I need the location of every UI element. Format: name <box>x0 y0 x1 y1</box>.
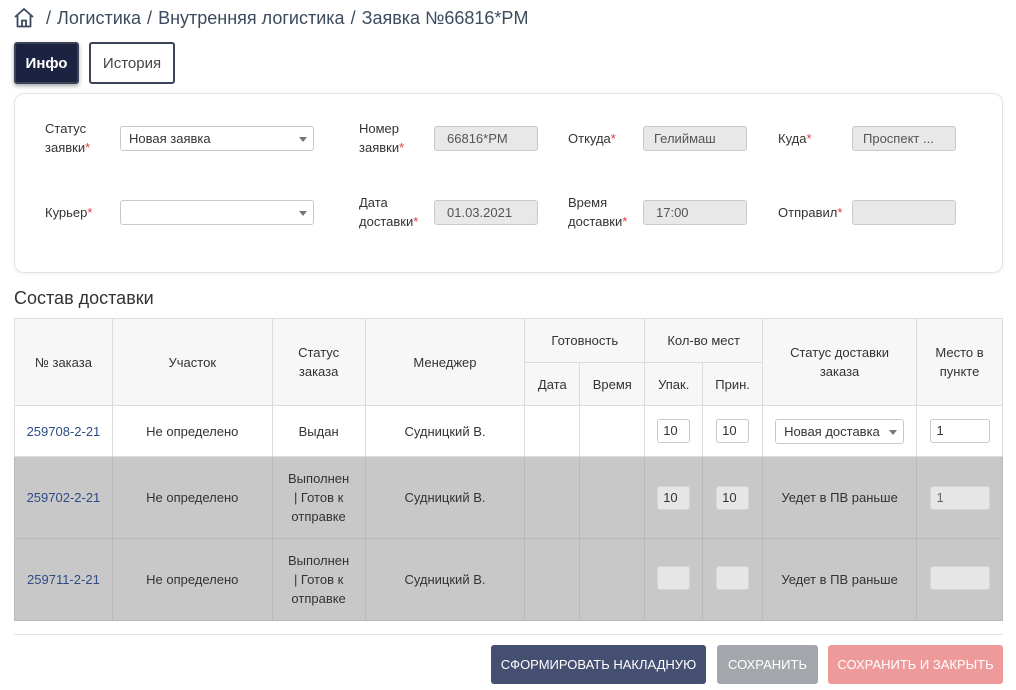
point-place-cell: 1 <box>916 405 1003 457</box>
date-cell <box>524 538 581 621</box>
to-label: Куда* <box>778 131 812 146</box>
manager-cell: Судницкий В. <box>364 538 526 621</box>
header-area: Участок <box>111 318 273 406</box>
courier-label: Курьер* <box>45 205 93 220</box>
order-status-cell: Выдан <box>271 405 366 457</box>
area-cell: Не определено <box>111 405 273 457</box>
breadcrumb-current-request: Заявка №66816*PM <box>361 7 529 28</box>
header-received: Прин. <box>702 362 764 406</box>
header-order-status: Статус заказа <box>271 318 366 406</box>
delivery-time-field: 17:00 <box>643 200 747 225</box>
number-label: Номер заявки* <box>359 121 405 155</box>
delivery-status-cell: Новая доставка <box>762 405 918 457</box>
point-place-input: 1 <box>929 485 990 510</box>
header-readiness: Готовность <box>524 318 646 363</box>
point-place-input <box>929 566 990 590</box>
header-manager: Менеджер <box>364 318 526 406</box>
header-time: Время <box>579 362 646 406</box>
number-field: 66816*PM <box>434 126 538 151</box>
point-place-input[interactable]: 1 <box>929 419 990 443</box>
received-input[interactable]: 10 <box>716 419 750 443</box>
delivery-date-label: Дата доставки* <box>359 195 419 229</box>
packed-cell <box>644 538 704 621</box>
order-number-link[interactable]: 259702-2-21 <box>14 456 113 539</box>
point-place-cell: 1 <box>916 456 1003 539</box>
breadcrumb-separator: / <box>350 7 356 28</box>
header-packed: Упак. <box>644 362 704 406</box>
packed-cell: 10 <box>644 456 704 539</box>
time-cell <box>579 405 646 457</box>
chevron-down-icon <box>299 211 307 216</box>
date-cell <box>524 456 581 539</box>
status-label: Статус заявки* <box>45 121 91 155</box>
breadcrumb-separator: / <box>147 7 153 28</box>
header-delivery-status: Статус доставки заказа <box>762 318 918 406</box>
packed-cell: 10 <box>644 405 704 457</box>
order-status-cell: Выполнен | Готов к отправке <box>271 538 366 621</box>
chevron-down-icon <box>889 429 898 435</box>
manager-cell: Судницкий В. <box>364 405 526 457</box>
received-cell: 10 <box>702 405 764 457</box>
home-icon[interactable] <box>12 6 36 30</box>
packed-input: 10 <box>657 485 691 510</box>
status-select[interactable]: Новая заявка <box>120 126 314 151</box>
to-field: Проспект ... <box>852 126 956 151</box>
from-label: Откуда* <box>568 131 616 146</box>
point-place-cell <box>916 538 1003 621</box>
table-row: 259711-2-21 Не определено Выполнен | Гото… <box>14 538 1003 621</box>
save-and-close-button[interactable]: СОХРАНИТЬ И ЗАКРЫТЬ <box>828 645 1003 684</box>
breadcrumb-logistics[interactable]: Логистика <box>57 8 141 29</box>
delivery-status-select[interactable]: Новая доставка <box>775 418 905 444</box>
delivery-status-cell: Уедет в ПВ раньше <box>762 456 918 539</box>
packed-input <box>657 566 691 590</box>
save-button[interactable]: СОХРАНИТЬ <box>717 645 818 684</box>
create-invoice-button[interactable]: СФОРМИРОВАТЬ НАКЛАДНУЮ <box>491 645 706 684</box>
breadcrumb: / Логистика / Внутренняя логистика / Зая… <box>12 5 528 31</box>
footer-divider <box>14 634 1003 635</box>
status-select-value: Новая заявка <box>129 131 211 146</box>
delivery-table: № заказа Участок Статус заказа Менеджер Г… <box>14 318 1003 621</box>
breadcrumb-separator: / <box>46 7 52 28</box>
header-order-no: № заказа <box>14 318 113 406</box>
order-number-link[interactable]: 259711-2-21 <box>14 538 113 621</box>
time-cell <box>579 538 646 621</box>
tab-history[interactable]: История <box>89 42 175 84</box>
breadcrumb-internal-logistics[interactable]: Внутренняя логистика <box>158 8 345 29</box>
delivery-date-field: 01.03.2021 <box>434 200 538 225</box>
sender-field <box>852 200 956 225</box>
chevron-down-icon <box>299 137 307 142</box>
tab-bar: Инфо История <box>14 42 175 84</box>
delivery-status-cell: Уедет в ПВ раньше <box>762 538 918 621</box>
packed-input[interactable]: 10 <box>657 419 691 443</box>
order-number-link[interactable]: 259708-2-21 <box>14 405 113 457</box>
order-status-cell: Выполнен | Готов к отправке <box>271 456 366 539</box>
header-date: Дата <box>524 362 581 406</box>
tab-info[interactable]: Инфо <box>14 42 79 84</box>
table-row: 259708-2-21 Не определено Выдан Судницки… <box>14 405 1003 457</box>
from-field: Гелиймаш <box>643 126 747 151</box>
received-input <box>716 566 750 590</box>
area-cell: Не определено <box>111 456 273 539</box>
table-row: 259702-2-21 Не определено Выполнен | Гото… <box>14 456 1003 539</box>
received-input: 10 <box>716 485 750 510</box>
delivery-time-label: Время доставки* <box>568 195 628 229</box>
date-cell <box>524 405 581 457</box>
received-cell: 10 <box>702 456 764 539</box>
received-cell <box>702 538 764 621</box>
sender-label: Отправил* <box>778 205 843 220</box>
courier-select[interactable] <box>120 200 314 225</box>
section-title: Состав доставки <box>14 288 154 308</box>
request-info-card: Статус заявки* Новая заявка Номер заявки* … <box>14 93 1003 273</box>
manager-cell: Судницкий В. <box>364 456 526 539</box>
area-cell: Не определено <box>111 538 273 621</box>
time-cell <box>579 456 646 539</box>
header-point-place: Место в пункте <box>916 318 1003 406</box>
header-places: Кол-во мест <box>644 318 764 363</box>
